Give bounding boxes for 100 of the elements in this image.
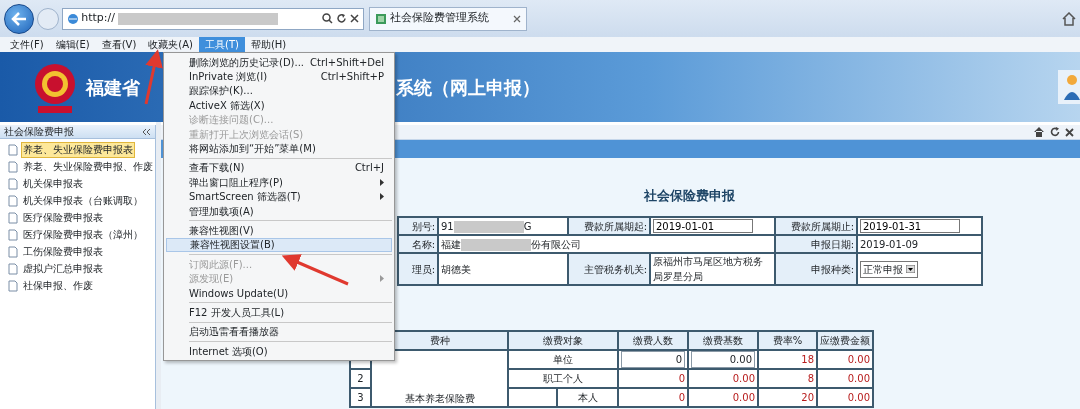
select-field[interactable]: 正常申报 xyxy=(860,260,918,278)
menu-item[interactable]: 管理加载项(A) xyxy=(166,203,392,219)
back-button[interactable] xyxy=(4,3,34,34)
field-label: 费款所属期起: xyxy=(568,217,650,235)
field-label: 别号: xyxy=(398,217,438,235)
close-icon[interactable] xyxy=(1065,127,1074,137)
menu-item-label: Windows Update(U) xyxy=(189,286,289,301)
menu-item-label: 重新打开上次浏览会话(S) xyxy=(189,127,304,142)
form-title: 社会保险费申报 xyxy=(642,187,736,205)
tree-item[interactable]: 养老、失业保险费申报表 xyxy=(20,142,135,159)
menu-item-label: 查看下载(N) xyxy=(189,161,245,176)
menu-item-label: 兼容性视图(V) xyxy=(189,224,254,238)
menu-item-label: 删除浏览的历史记录(D)... xyxy=(189,55,305,70)
tree-item[interactable]: 机关保申报表（台账调取） xyxy=(20,193,145,210)
menu-item[interactable]: 兼容性视图设置(B) xyxy=(166,237,392,253)
number-field[interactable]: 0 xyxy=(621,351,685,368)
tree-item[interactable]: 虚拟户汇总申报表 xyxy=(20,261,105,278)
redacted-block xyxy=(461,238,531,251)
document-icon xyxy=(8,161,18,174)
page-icon xyxy=(66,12,79,25)
person-icon[interactable] xyxy=(1058,70,1080,104)
address-bar[interactable]: http:// xyxy=(61,7,364,30)
menu-item-label: 源发现(E) xyxy=(189,272,234,287)
menu-item-label: SmartScreen 筛选器(T) xyxy=(189,190,301,205)
annotation-arrow xyxy=(281,254,349,286)
menu-item[interactable]: 文件(F) xyxy=(4,37,50,52)
menu-item[interactable]: 收藏夹(A) xyxy=(142,37,199,52)
document-icon xyxy=(8,280,18,293)
close-icon[interactable] xyxy=(513,14,521,23)
sidebar-title: 社会保险费申报 xyxy=(4,125,74,139)
field-label: 理员: xyxy=(398,253,438,285)
document-icon xyxy=(8,212,18,225)
document-icon xyxy=(8,195,18,208)
menu-item[interactable]: ActiveX 筛选(X) xyxy=(166,98,392,113)
date-field[interactable]: 2019-01-31 xyxy=(860,219,960,233)
field-value: 原福州市马尾区地方税务局罗星分局 xyxy=(650,253,775,285)
menu-item[interactable]: Windows Update(U) xyxy=(166,285,392,301)
field-label: 主管税务机关: xyxy=(568,253,650,285)
home-icon[interactable] xyxy=(1034,127,1044,137)
menu-item[interactable]: 弹出窗口阻止程序(P) xyxy=(166,175,392,190)
tree-item[interactable]: 机关保申报表 xyxy=(20,176,85,193)
menu-item[interactable]: InPrivate 浏览(I) Ctrl+Shift+P xyxy=(166,69,392,84)
page-icon xyxy=(375,12,387,25)
shortcut-label: Ctrl+Shift+Del xyxy=(310,55,384,70)
menu-item[interactable]: 查看(V) xyxy=(95,37,143,52)
menu-item-label: 弹出窗口阻止程序(P) xyxy=(189,175,283,190)
field-value: 胡德美 xyxy=(438,253,568,285)
column-header: 应缴费金额 xyxy=(817,331,873,350)
menu-item-label: 启动迅雷看看播放器 xyxy=(189,325,279,340)
column-header: 缴费基数 xyxy=(688,331,758,350)
document-icon xyxy=(8,229,18,242)
document-icon xyxy=(8,178,18,191)
menu-item[interactable]: 兼容性视图(V) xyxy=(166,223,392,238)
menu-item-label: 兼容性视图设置(B) xyxy=(190,238,275,253)
tree-item[interactable]: 工伤保险费申报表 xyxy=(20,244,105,261)
collapse-icon[interactable] xyxy=(142,127,151,136)
menu-item[interactable]: 编辑(E) xyxy=(49,37,96,52)
shortcut-label: Ctrl+J xyxy=(354,161,384,176)
tree-item[interactable]: 养老、失业保险费申报、作废 xyxy=(20,159,155,176)
refresh-icon[interactable] xyxy=(335,13,347,24)
refresh-icon[interactable] xyxy=(1049,127,1060,137)
date-field[interactable]: 2019-01-01 xyxy=(653,219,753,233)
tree-item[interactable]: 社保申报、作废 xyxy=(20,278,95,295)
field-value: 份有限公司 xyxy=(531,238,581,250)
menu-item-label: Internet 选项(O) xyxy=(189,344,268,359)
menu-item[interactable]: 跟踪保护(K)... xyxy=(166,83,392,99)
tree-item[interactable]: 医疗保险费申报表 xyxy=(20,210,105,227)
scrollbar[interactable] xyxy=(156,122,161,409)
table-cell: 基本养老保险费 xyxy=(371,350,508,407)
shortcut-label: Ctrl+Shift+P xyxy=(320,70,384,85)
column-header: 缴费人数 xyxy=(618,331,688,350)
back-arrow-icon xyxy=(11,11,27,26)
number-field[interactable]: 0.00 xyxy=(691,351,755,368)
menu-item[interactable]: 将网站添加到“开始”菜单(M) xyxy=(166,141,392,156)
column-header: 缴费对象 xyxy=(508,331,618,350)
address-text: http:// xyxy=(81,10,115,27)
menu-item-label: 跟踪保护(K)... xyxy=(189,84,253,99)
banner-title: 系统（网上申报） xyxy=(395,75,540,100)
field-value: G xyxy=(523,220,532,232)
menu-item[interactable]: 删除浏览的历史记录(D)... Ctrl+Shift+Del xyxy=(166,55,392,70)
document-icon xyxy=(8,246,18,259)
menu-item-label: 诊断连接问题(C)... xyxy=(189,113,274,128)
home-icon[interactable] xyxy=(1062,11,1076,26)
menu-item-label: F12 开发人员工具(L) xyxy=(189,305,285,320)
menu-item[interactable]: 查看下载(N) Ctrl+J xyxy=(166,160,392,176)
document-icon xyxy=(8,144,18,157)
menu-item[interactable]: 帮助(H) xyxy=(244,37,293,52)
menu-item[interactable]: SmartScreen 筛选器(T) xyxy=(166,189,392,204)
menu-item-label: ActiveX 筛选(X) xyxy=(189,98,265,113)
menu-item-label: 管理加载项(A) xyxy=(189,204,254,219)
browser-tab[interactable]: 社会保险费管理系统 xyxy=(369,6,527,31)
search-icon[interactable] xyxy=(322,13,333,24)
column-header: 费率% xyxy=(758,331,817,350)
close-icon[interactable] xyxy=(349,14,359,23)
banner-title: 福建省 xyxy=(85,75,140,100)
annotation-arrow xyxy=(144,49,163,105)
menu-item[interactable]: F12 开发人员工具(L) xyxy=(166,305,392,320)
field-value: 福建 xyxy=(441,238,461,250)
tree-item[interactable]: 医疗保险费申报表（漳州） xyxy=(20,227,145,244)
menu-item-label: 订阅此源(F)... xyxy=(189,257,253,272)
